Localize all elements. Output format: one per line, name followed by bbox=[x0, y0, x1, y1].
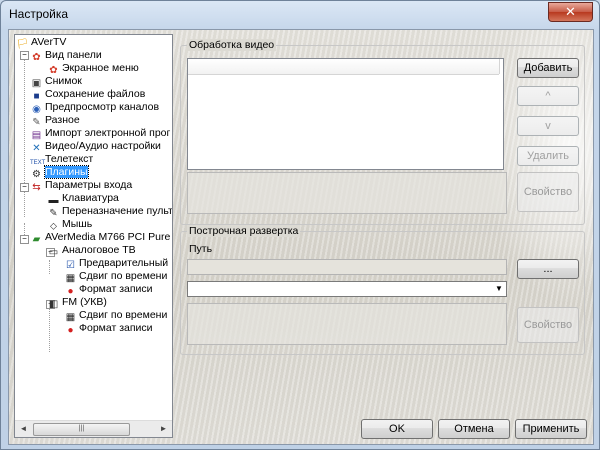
tree-item-teletext[interactable]: TEXTТелетекст bbox=[30, 153, 93, 166]
stream-info-panel bbox=[187, 303, 507, 345]
ok-button[interactable]: OK bbox=[361, 419, 433, 439]
input-icon: ⇆ bbox=[32, 182, 41, 193]
move-up-button[interactable]: ^ bbox=[517, 86, 579, 106]
close-button[interactable]: ✕ bbox=[548, 2, 593, 22]
scroll-thumb[interactable]: ||| bbox=[33, 423, 130, 436]
tree-item-save-files[interactable]: ■ Сохранение файлов bbox=[30, 88, 145, 102]
delete-button[interactable]: Удалить bbox=[517, 146, 579, 166]
apply-button[interactable]: Применить bbox=[515, 419, 587, 439]
tree-item-record-format-fm[interactable]: ● Формат записи bbox=[64, 322, 152, 336]
tree-item-timeshift-fm[interactable]: ▦ Сдвиг по времени bbox=[64, 309, 168, 323]
flag-icon: 🏳 bbox=[16, 39, 29, 50]
progressive-scan-legend: Построчная развертка bbox=[187, 225, 301, 237]
settings-window: Настройка ✕ − − − − − 🏳 AVerTV ✿ Вид панел… bbox=[0, 0, 600, 450]
radio-icon: ◧ bbox=[48, 299, 59, 310]
tree-item-osd[interactable]: ✿ Экранное меню bbox=[47, 62, 138, 76]
path-field[interactable] bbox=[187, 259, 507, 275]
record-icon: ● bbox=[67, 325, 74, 336]
device-icon: ▰ bbox=[32, 234, 41, 245]
settings-tree[interactable]: − − − − − 🏳 AVerTV ✿ Вид панели ✿ Экранное … bbox=[14, 34, 173, 438]
scroll-left-icon[interactable]: ◄ bbox=[17, 423, 30, 434]
tree-item-fm[interactable]: ◧ FM (УКВ) bbox=[47, 296, 107, 310]
move-down-button[interactable]: v bbox=[517, 116, 579, 136]
tree-item-remote[interactable]: ✎ Переназначение пульт bbox=[47, 205, 172, 219]
tree-item-mouse[interactable]: ⬦ Мышь bbox=[47, 218, 92, 232]
add-button[interactable]: Добавить bbox=[517, 58, 579, 78]
window-title: Настройка bbox=[9, 7, 69, 21]
collapse-icon[interactable]: − bbox=[20, 51, 29, 60]
tree-item-misc[interactable]: ✎ Разное bbox=[30, 114, 79, 128]
tree-item-epg-import[interactable]: ▤ Импорт электронной прог bbox=[30, 127, 171, 141]
tree-item-snapshot[interactable]: ▣ Снимок bbox=[30, 75, 82, 89]
tree-item-channel-preview[interactable]: ◉ Предпросмотр каналов bbox=[30, 101, 159, 115]
tree-item-timeshift-tv[interactable]: ▦ Сдвиг по времени bbox=[64, 270, 168, 284]
video-property-button[interactable]: Свойство bbox=[517, 172, 579, 212]
tree-item-analog-tv[interactable]: ▭ Аналоговое ТВ bbox=[47, 244, 136, 258]
dialog-client: − − − − − 🏳 AVerTV ✿ Вид панели ✿ Экранное … bbox=[8, 29, 594, 445]
path-label: Путь bbox=[189, 243, 213, 255]
collapse-icon[interactable]: − bbox=[20, 183, 29, 192]
browse-button[interactable]: ... bbox=[517, 259, 579, 279]
tree-item-device[interactable]: ▰ AVerMedia M766 PCI Pure A bbox=[30, 231, 172, 245]
tree-item-input-params[interactable]: ⇆ Параметры входа bbox=[30, 179, 132, 193]
tree-item-plugins[interactable]: ⚙ Плагины bbox=[30, 165, 89, 180]
video-filter-list[interactable] bbox=[187, 58, 504, 170]
tree-item-record-format-tv[interactable]: ● Формат записи bbox=[64, 283, 152, 297]
tree-item-av-settings[interactable]: ✕ Видео/Аудио настройки bbox=[30, 140, 161, 154]
cancel-button[interactable]: Отмена bbox=[438, 419, 510, 439]
stream-property-button[interactable]: Свойство bbox=[517, 307, 579, 343]
tree-horizontal-scrollbar[interactable]: ◄ ||| ► bbox=[15, 420, 172, 437]
close-icon: ✕ bbox=[565, 4, 576, 19]
tree-item-avertv[interactable]: 🏳 AVerTV bbox=[16, 36, 66, 50]
video-processing-legend: Обработка видео bbox=[187, 39, 277, 51]
scroll-right-icon[interactable]: ► bbox=[157, 423, 170, 434]
tree-item-panel[interactable]: ✿ Вид панели bbox=[30, 49, 101, 63]
chevron-down-icon[interactable]: ▼ bbox=[492, 282, 506, 296]
panel-icon: ✿ bbox=[32, 52, 41, 63]
title-bar: Настройка ✕ bbox=[1, 1, 599, 27]
plugin-select[interactable]: ▼ bbox=[187, 281, 507, 297]
tv-icon: ▭ bbox=[48, 247, 59, 258]
collapse-icon[interactable]: − bbox=[20, 235, 29, 244]
list-column-header[interactable] bbox=[188, 59, 499, 75]
tree-item-keyboard[interactable]: ▬ Клавиатура bbox=[47, 192, 119, 206]
video-filter-info-panel bbox=[187, 172, 507, 214]
tree-item-preview[interactable]: ☑ Предварительный bbox=[64, 257, 168, 271]
